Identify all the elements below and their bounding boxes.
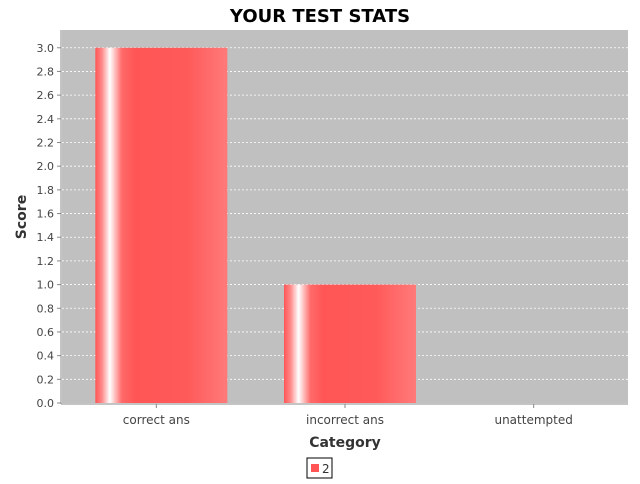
legend-label: 2 [322, 462, 330, 476]
x-axis-label: Category [309, 435, 381, 451]
y-tick-label: 3.0 [37, 42, 55, 55]
y-tick-label: 1.2 [37, 255, 55, 268]
y-tick-label: 0.2 [37, 373, 55, 386]
y-tick-label: 0.8 [37, 302, 55, 315]
y-tick-label: 1.0 [37, 279, 55, 292]
x-tick-label: incorrect ans [306, 413, 384, 427]
y-tick-label: 2.2 [37, 136, 55, 149]
legend-swatch [311, 464, 319, 472]
y-tick-label: 2.4 [37, 113, 55, 126]
legend: 2 [306, 457, 333, 479]
bar-incorrect-ans [284, 284, 416, 403]
y-tick-label: 2.6 [37, 89, 55, 102]
y-tick-label: 1.8 [37, 184, 55, 197]
y-tick-label: 0.0 [37, 397, 55, 410]
y-tick-label: 2.0 [37, 160, 55, 173]
y-axis-label: Score [14, 195, 30, 239]
y-tick-label: 0.6 [37, 326, 55, 339]
x-tick-label: correct ans [123, 413, 190, 427]
y-tick-label: 0.4 [37, 350, 55, 363]
x-ticks: correct ans incorrect ans unattempted [123, 404, 573, 427]
bar-chart: YOUR TEST STATS 0.0 0.2 0.4 0.6 0.8 1.0 1.2 1.4… [14, 6, 628, 479]
bar-correct-ans [95, 47, 228, 404]
chart-container: YOUR TEST STATS 0.0 0.2 0.4 0.6 0.8 1.0 1.2 1.4… [0, 0, 640, 480]
y-tick-label: 1.4 [37, 231, 55, 244]
x-tick-label: unattempted [494, 413, 572, 427]
y-tick-label: 2.8 [37, 65, 55, 78]
y-ticks: 0.0 0.2 0.4 0.6 0.8 1.0 1.2 1.4 1.6 1.8 2.0 2.2 2.4 2… [37, 42, 61, 410]
chart-title: YOUR TEST STATS [229, 6, 410, 27]
y-tick-label: 1.6 [37, 208, 55, 221]
